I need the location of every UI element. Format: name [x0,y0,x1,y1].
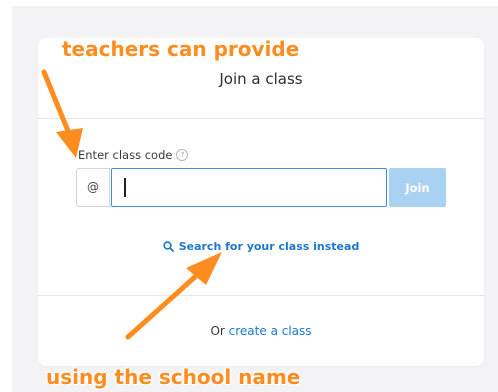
annotation-bottom: using the school name [46,365,301,389]
class-code-label: Enter class code ? [78,148,189,162]
or-text: Or [210,324,229,338]
card-title: Join a class [219,70,303,88]
at-prefix: @ [76,168,110,207]
join-button[interactable]: Join [389,168,446,207]
annotation-top: teachers can provide [62,37,300,61]
search-icon [162,241,174,252]
class-code-label-text: Enter class code [78,148,173,162]
bottom-divider [38,295,484,296]
create-class-link[interactable]: create a class [229,324,312,338]
search-class-link-text: Search for your class instead [178,240,360,253]
text-caret [124,178,126,197]
join-class-card: Join a class Enter class code ? @ Join S… [38,38,484,366]
help-icon[interactable]: ? [176,149,189,161]
top-divider [38,118,484,119]
create-class-row: Or create a class [38,324,484,338]
class-code-input[interactable] [111,168,387,207]
search-class-link[interactable]: Search for your class instead [38,240,484,253]
